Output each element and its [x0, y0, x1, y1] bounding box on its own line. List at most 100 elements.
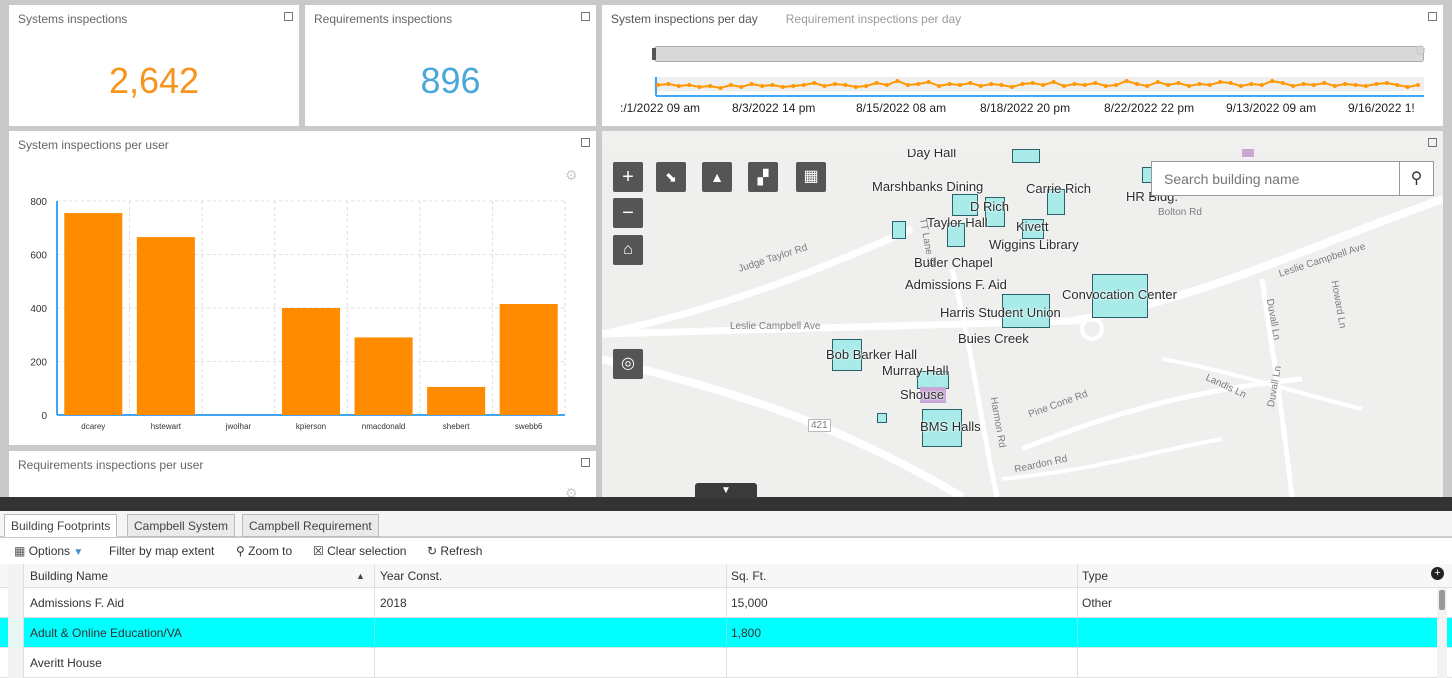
cell-sq-ft: 15,000 [731, 596, 768, 610]
map-panel[interactable]: Day Hall Marshbanks Dining Carrie Rich H… [602, 131, 1443, 497]
map-canvas[interactable]: Day Hall Marshbanks Dining Carrie Rich H… [602, 149, 1443, 497]
column-divider [726, 564, 727, 588]
caret-down-icon: ▼ [73, 547, 84, 558]
sparkline-point [1155, 80, 1160, 84]
scrollbar-thumb[interactable] [1439, 590, 1445, 610]
layers-button[interactable]: ▦ [796, 162, 826, 192]
maximize-icon[interactable] [1428, 12, 1437, 21]
inspections-per-day-panel: System inspections per day Requirement in… [602, 5, 1443, 126]
sparkline-point [1332, 84, 1337, 88]
zoom-to-button[interactable]: ⚲ Zoom to [236, 544, 292, 558]
sparkline-point [926, 80, 931, 84]
road-landis [1161, 357, 1363, 411]
search-button[interactable]: ⚲ [1399, 162, 1433, 195]
sparkline-point [687, 83, 692, 87]
roundabout [1080, 317, 1104, 341]
attribute-table-tabs: Building Footprints Campbell System Camp… [0, 511, 1452, 537]
road-label: Bolton Rd [1158, 207, 1202, 218]
column-divider [374, 648, 375, 678]
column-divider [1077, 564, 1078, 588]
maximize-icon[interactable] [1428, 138, 1437, 147]
tab-requirement-per-day[interactable]: Requirement inspections per day [786, 12, 961, 26]
filter-by-extent-button[interactable]: Filter by map extent [109, 544, 214, 558]
sparkline-point [708, 84, 713, 88]
map-label: Harris Student Union [940, 305, 1061, 320]
sparkline-point [1020, 82, 1025, 86]
building-footprint[interactable] [877, 413, 887, 423]
refresh-button[interactable]: ↻ Refresh [427, 544, 482, 558]
row-header [8, 588, 24, 618]
tab-system-per-day[interactable]: System inspections per day [611, 12, 758, 26]
cell-building-name: Adult & Online Education/VA [30, 626, 182, 640]
column-header-building-name[interactable]: Building Name [30, 569, 108, 583]
sparkline-point [739, 85, 744, 89]
x-tick-label: jwolhar [225, 422, 252, 431]
measure-button[interactable]: ▞ [748, 162, 778, 192]
sparkline-point [1207, 83, 1212, 87]
sparkline-point [1176, 81, 1181, 85]
sparkline-point [1134, 82, 1139, 86]
pin-icon: ⚲ [236, 544, 245, 558]
table-row[interactable]: Admissions F. Aid 2018 15,000 Other [0, 588, 1452, 618]
building-footprint[interactable] [892, 221, 906, 239]
bar-kpierson [281, 308, 341, 415]
sparkline-point [1030, 81, 1035, 85]
per-day-sparkline [654, 77, 1424, 97]
panel-title: Systems inspections [18, 12, 128, 26]
x-tick-label: :/1/2022 09 am [620, 101, 701, 115]
sparkline-point [905, 83, 910, 87]
tab-building-footprints[interactable]: Building Footprints [4, 514, 118, 537]
locate-button[interactable]: ◎ [613, 349, 643, 379]
zoom-in-button[interactable]: + [613, 162, 643, 192]
sparkline-point [1416, 83, 1420, 87]
sparkline-point [1041, 83, 1046, 87]
tab-campbell-requirement[interactable]: Campbell Requirement [242, 514, 379, 537]
cell-year-const: 2018 [380, 596, 407, 610]
panel-splitter[interactable] [0, 497, 1452, 511]
maximize-icon[interactable] [284, 12, 293, 21]
clear-selection-button[interactable]: ☒ Clear selection [313, 544, 406, 558]
maximize-icon[interactable] [581, 12, 590, 21]
sparkline-point [864, 84, 869, 88]
options-menu[interactable]: ▦ Options ▼ [14, 544, 83, 558]
sort-asc-icon[interactable]: ▲ [356, 571, 365, 581]
sparkline-point [1124, 79, 1129, 83]
cell-building-name: Admissions F. Aid [30, 596, 125, 610]
requirements-inspections-panel: Requirements inspections 896 [305, 5, 596, 126]
table-row-selected[interactable]: Adult & Online Education/VA 1,800 [0, 618, 1452, 648]
draw-point-button[interactable]: ⬊ [656, 162, 686, 192]
column-header-sq-ft[interactable]: Sq. Ft. [731, 569, 766, 583]
table-row[interactable]: Averitt House [0, 648, 1452, 678]
requirements-count: 896 [420, 60, 481, 101]
column-header-type[interactable]: Type [1082, 569, 1108, 583]
search-input[interactable] [1152, 162, 1400, 195]
per-day-tabs: System inspections per day Requirement in… [611, 12, 961, 26]
tab-campbell-system[interactable]: Campbell System [127, 514, 236, 537]
column-divider [726, 648, 727, 678]
column-divider [374, 588, 375, 618]
row-header [8, 618, 24, 648]
marker-icon: ⬊ [665, 169, 677, 185]
sparkline-point [1051, 80, 1056, 84]
gear-icon[interactable]: ⚙ [1414, 42, 1427, 59]
sparkline-point [916, 82, 921, 86]
basemap-button[interactable]: ▲ [702, 162, 732, 192]
time-slider-track[interactable] [654, 46, 1424, 62]
building-highlight[interactable] [1242, 149, 1254, 157]
building-footprint[interactable] [1012, 149, 1040, 163]
bar-hstewart [136, 237, 195, 415]
maximize-icon[interactable] [581, 458, 590, 467]
column-header-year-const[interactable]: Year Const. [380, 569, 442, 583]
collapse-handle[interactable]: ▼ [695, 483, 757, 499]
add-column-icon[interactable]: + [1431, 567, 1444, 580]
map-label: Kivett [1016, 219, 1049, 234]
zoom-out-button[interactable]: − [613, 198, 643, 228]
sparkline-point [1166, 83, 1171, 87]
y-tick-label: 400 [30, 304, 47, 315]
systems-count: 2,642 [108, 60, 200, 101]
map-label: Carrie Rich [1026, 181, 1092, 196]
road-label: 421 [808, 419, 831, 432]
slider-left-handle[interactable] [652, 48, 656, 60]
x-tick-label: 8/3/2022 14 pm [732, 101, 816, 115]
home-button[interactable]: ⌂ [613, 235, 643, 265]
